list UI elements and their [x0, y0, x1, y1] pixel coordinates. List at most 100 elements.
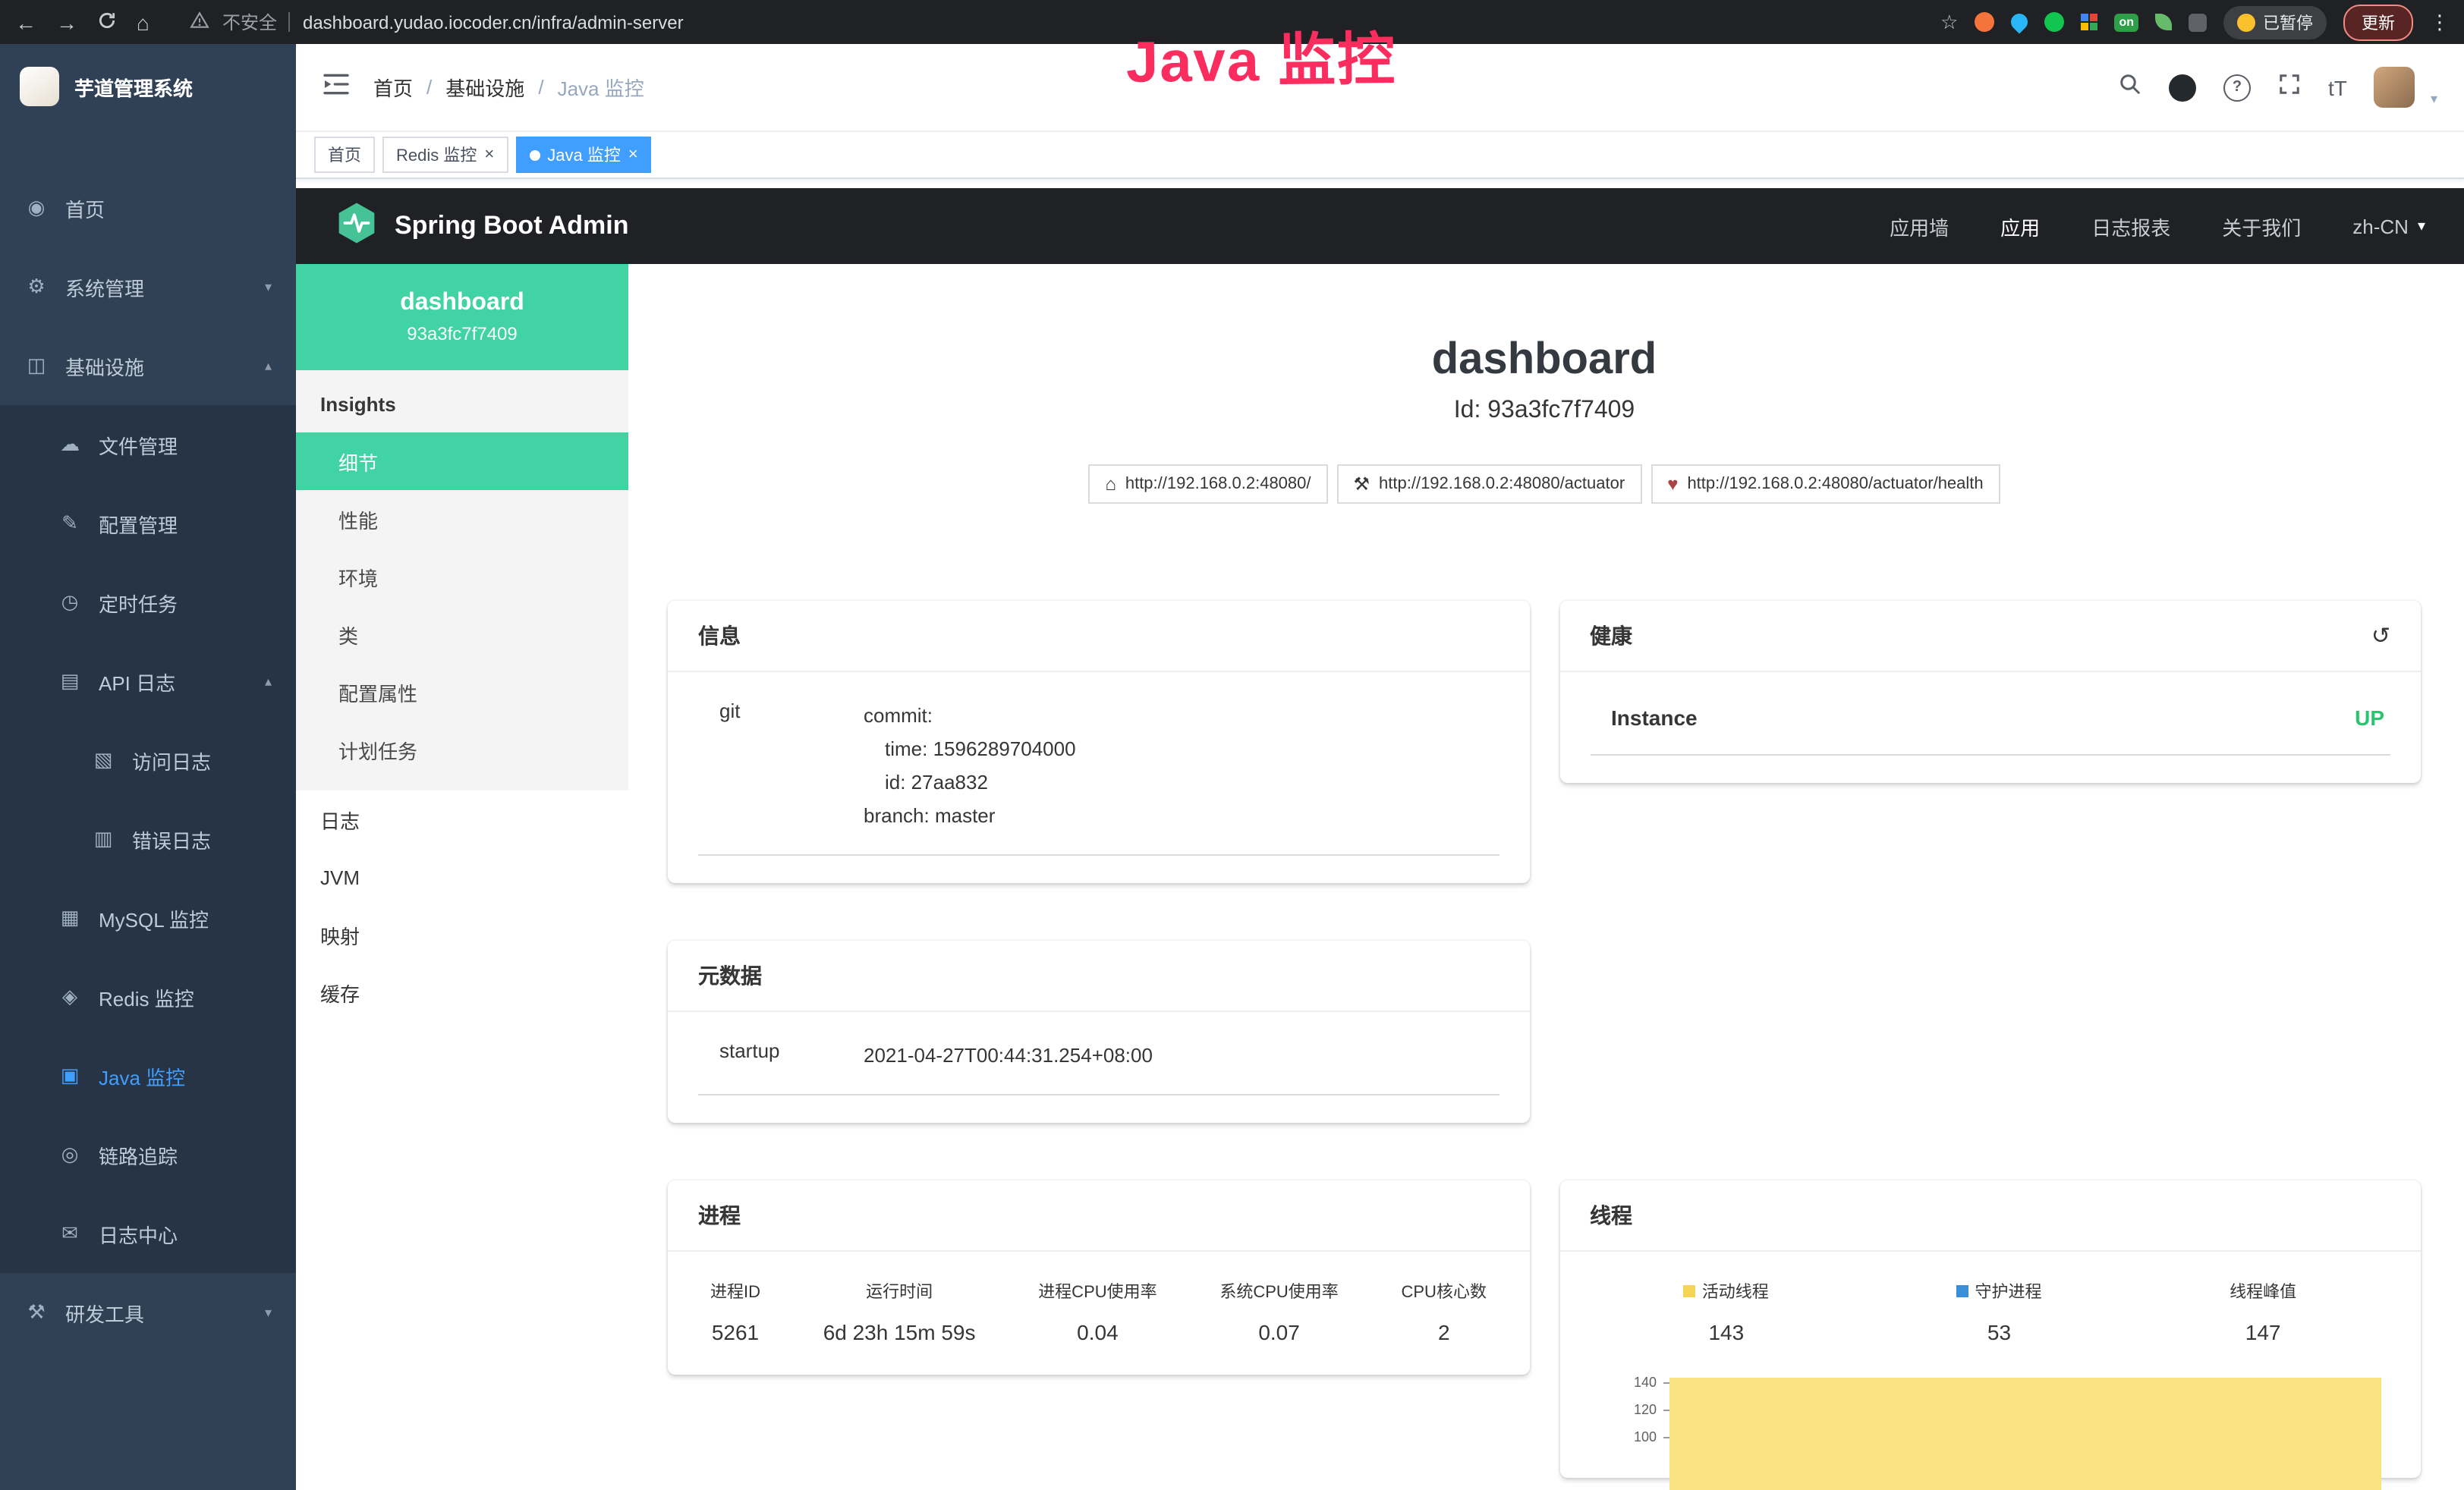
tools-icon: ⚒: [24, 1300, 49, 1325]
sidebar-item-config[interactable]: ✎ 配置管理: [0, 484, 296, 563]
health-url-link[interactable]: ♥ http://192.168.0.2:48080/actuator/heal…: [1651, 464, 2000, 504]
sba-nav-wallboard[interactable]: 应用墙: [1890, 212, 1949, 240]
main-sidebar: 芋道管理系统 ◉ 首页 ⚙ 系统管理 ▾ ◫ 基础设施 ▴: [0, 44, 296, 1490]
extension-icon-3[interactable]: [2044, 12, 2064, 32]
extension-on-badge[interactable]: on: [2114, 13, 2138, 31]
forward-icon[interactable]: →: [56, 11, 77, 33]
instance-sidebar: dashboard 93a3fc7f7409 Insights 细节 性能 环境…: [296, 264, 628, 1490]
insight-item-configprops[interactable]: 配置属性: [296, 663, 628, 721]
instance-detail: dashboard Id: 93a3fc7f7409 ⌂ http://192.…: [628, 264, 2464, 1490]
metadata-startup-row: startup 2021-04-27T00:44:31.254+08:00: [698, 1033, 1499, 1095]
app-title: 芋道管理系统: [74, 72, 193, 101]
git-branch-line: branch: master: [864, 800, 1076, 833]
history-icon[interactable]: ↺: [2371, 622, 2390, 649]
sba-nav-journal[interactable]: 日志报表: [2091, 212, 2170, 240]
status-badge: UP: [2355, 706, 2384, 730]
clock-icon: ◷: [58, 590, 82, 615]
address-bar[interactable]: 不安全 dashboard.yudao.iocoder.cn/infra/adm…: [190, 9, 684, 35]
insight-item-classes[interactable]: 类: [296, 605, 628, 663]
font-size-icon[interactable]: tT: [2328, 75, 2347, 99]
process-col-system-cpu: 系统CPU使用率 0.07: [1219, 1279, 1338, 1344]
insights-group-title: Insights: [296, 370, 628, 432]
legend-yellow-swatch: [1684, 1285, 1696, 1297]
sidebar-item-access-log[interactable]: ▧ 访问日志: [0, 721, 296, 800]
sidebar-item-system[interactable]: ⚙ 系统管理 ▾: [0, 247, 296, 326]
app-logo: [20, 67, 59, 106]
sidebar-item-mysql-monitor[interactable]: ▦ MySQL 监控: [0, 879, 296, 957]
infrastructure-icon: ◫: [24, 354, 49, 378]
sidebar-item-error-log[interactable]: ▥ 错误日志: [0, 800, 296, 879]
app-logo-row[interactable]: 芋道管理系统: [0, 44, 296, 129]
instance-name: dashboard: [296, 290, 628, 317]
cloud-icon: ☁: [58, 432, 82, 457]
home-icon[interactable]: ⌂: [137, 11, 149, 33]
insight-item-scheduled-tasks[interactable]: 计划任务: [296, 721, 628, 778]
process-col-pid: 进程ID 5261: [710, 1279, 760, 1344]
reload-icon[interactable]: [97, 11, 117, 33]
sidebar-item-redis-monitor[interactable]: ◈ Redis 监控: [0, 957, 296, 1036]
paused-extension-badge[interactable]: 已暂停: [2223, 5, 2327, 39]
metadata-value: 2021-04-27T00:44:31.254+08:00: [864, 1039, 1153, 1073]
process-col-cores: CPU核心数 2: [1402, 1279, 1487, 1344]
sidebar-item-java-monitor[interactable]: ▣ Java 监控: [0, 1036, 296, 1115]
fullscreen-icon[interactable]: [2278, 72, 2301, 102]
tab-java-monitor[interactable]: Java 监控 ×: [515, 137, 651, 173]
extension-icon-2[interactable]: [2008, 10, 2031, 33]
tab-redis-monitor[interactable]: Redis 监控 ×: [382, 137, 508, 173]
gear-icon: ⚙: [24, 275, 49, 299]
legend-blue-swatch: [1956, 1285, 1968, 1297]
extensions-puzzle-icon[interactable]: [2189, 13, 2207, 31]
sidebar-item-log-center[interactable]: ✉ 日志中心: [0, 1194, 296, 1273]
extension-icon-5[interactable]: [2155, 14, 2172, 30]
sba-nav-about[interactable]: 关于我们: [2222, 212, 2301, 240]
insight-item-details[interactable]: 细节: [296, 432, 628, 490]
sba-locale-select[interactable]: zh-CN ▾: [2352, 215, 2425, 237]
breadcrumb-infra[interactable]: 基础设施: [445, 73, 524, 102]
legend-daemon-threads: 守护进程 53: [1956, 1279, 2041, 1344]
chevron-down-icon: ▾: [265, 1304, 272, 1321]
sidebar-item-files[interactable]: ☁ 文件管理: [0, 405, 296, 484]
process-col-uptime: 运行时间 6d 23h 15m 59s: [823, 1279, 976, 1344]
hamburger-icon[interactable]: [323, 72, 349, 102]
instance-header[interactable]: dashboard 93a3fc7f7409: [296, 264, 628, 370]
sidebar-item-devtools[interactable]: ⚒ 研发工具 ▾: [0, 1273, 296, 1352]
insight-item-environment[interactable]: 环境: [296, 548, 628, 605]
log-center-icon: ✉: [58, 1221, 82, 1246]
menu-item-jvm[interactable]: JVM: [296, 848, 628, 906]
sidebar-item-home[interactable]: ◉ 首页: [0, 168, 296, 247]
sidebar-item-jobs[interactable]: ◷ 定时任务: [0, 563, 296, 642]
sidebar-item-infra[interactable]: ◫ 基础设施 ▴: [0, 326, 296, 405]
close-icon[interactable]: ×: [628, 146, 638, 164]
tab-home[interactable]: 首页: [314, 137, 375, 173]
avatar[interactable]: [2374, 67, 2415, 108]
health-heart-icon: ♥: [1667, 473, 1678, 495]
chrome-update-button[interactable]: 更新: [2343, 4, 2413, 40]
chevron-down-icon[interactable]: ▾: [2431, 91, 2437, 108]
insight-item-metrics[interactable]: 性能: [296, 490, 628, 548]
chrome-menu-icon[interactable]: ⋮: [2430, 10, 2450, 34]
sidebar-item-tracing[interactable]: ◎ 链路追踪: [0, 1115, 296, 1194]
close-icon[interactable]: ×: [484, 146, 494, 164]
instance-links: ⌂ http://192.168.0.2:48080/ ⚒ http://192…: [668, 464, 2421, 504]
back-icon[interactable]: ←: [15, 11, 36, 33]
chevron-up-icon: ▴: [265, 357, 272, 374]
search-icon[interactable]: [2119, 72, 2141, 102]
menu-item-mappings[interactable]: 映射: [296, 906, 628, 963]
menu-item-caches[interactable]: 缓存: [296, 963, 628, 1021]
menu-item-logfile[interactable]: 日志: [296, 791, 628, 848]
bookmark-star-icon[interactable]: ☆: [1940, 10, 1958, 34]
process-card: 进程 进程ID 5261 运行时间: [668, 1180, 1529, 1375]
sba-brand[interactable]: Spring Boot Admin: [335, 201, 629, 251]
security-label: 不安全: [222, 9, 277, 35]
actuator-url-link[interactable]: ⚒ http://192.168.0.2:48080/actuator: [1337, 464, 1642, 504]
breadcrumb-home[interactable]: 首页: [373, 73, 413, 102]
help-icon[interactable]: ?: [2223, 74, 2251, 101]
sidebar-item-api-log[interactable]: ▤ API 日志 ▴: [0, 642, 296, 721]
extension-icon-1[interactable]: [1975, 12, 1994, 32]
workspace: Spring Boot Admin 应用墙 应用 日志报表 关于我们 zh-CN…: [296, 179, 2464, 1490]
sba-nav-applications[interactable]: 应用: [2000, 212, 2040, 240]
service-url-link[interactable]: ⌂ http://192.168.0.2:48080/: [1088, 464, 1327, 504]
github-icon[interactable]: [2169, 74, 2196, 101]
address-divider: [289, 12, 291, 32]
extension-icon-4[interactable]: [2081, 14, 2097, 30]
